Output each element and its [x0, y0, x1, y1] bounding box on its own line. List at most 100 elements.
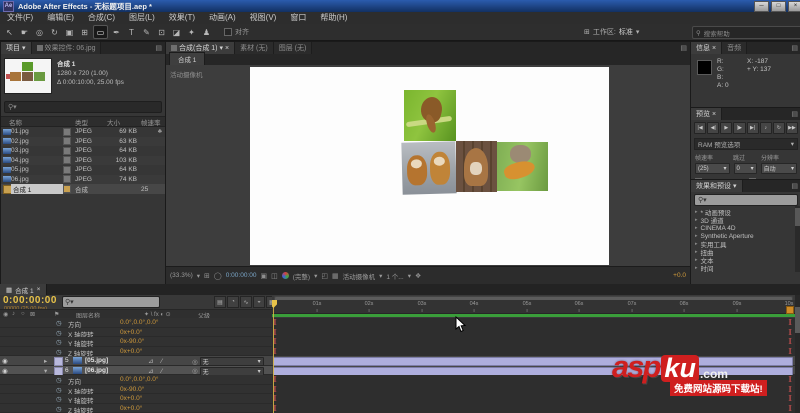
maximize-button[interactable]: □	[771, 0, 786, 12]
viewer-area[interactable]: 活动摄像机	[166, 65, 690, 267]
footage-row[interactable]: 05.jpg JPEG 64 KB	[1, 165, 165, 175]
close-icon[interactable]: ×	[225, 45, 229, 52]
last-frame-button[interactable]: ▶|	[746, 122, 759, 134]
property-value[interactable]: 0x-90.0°	[120, 338, 144, 345]
expander-icon[interactable]: ▸	[44, 357, 47, 365]
ram-preview-button[interactable]: ▶▶	[785, 122, 798, 134]
view-layout-dropdown[interactable]: 1 个...	[386, 271, 403, 281]
brush-tool[interactable]: ✎	[140, 26, 153, 38]
close-button[interactable]: ×	[788, 0, 800, 12]
rectangle-tool[interactable]: ▭	[93, 25, 108, 39]
roi-icon[interactable]: ◰	[321, 272, 328, 280]
time-ruler[interactable]: 01s 02s 03s 04s 05s 06s 07s 08s 09s 10s	[272, 300, 795, 314]
text-tool[interactable]: T	[125, 26, 138, 38]
column-rate[interactable]: 帧速率	[141, 117, 163, 127]
stopwatch-icon[interactable]: ◷	[56, 338, 62, 346]
stopwatch-icon[interactable]: ◷	[56, 405, 62, 413]
pickwhip-icon[interactable]: ◎	[192, 367, 198, 375]
close-icon[interactable]: ×	[712, 45, 716, 52]
column-name[interactable]: 名称	[1, 117, 63, 127]
footage-row[interactable]: 04.jpg JPEG 103 KB	[1, 155, 165, 165]
property-row[interactable]: ◷ X 轴旋转 0x+0.0°	[0, 327, 272, 339]
timeline-search-input[interactable]: ⚲ ▾	[62, 296, 160, 308]
footage-row[interactable]: 03.jpg JPEG 64 KB	[1, 146, 165, 156]
frame-rate-dropdown[interactable]: (25) ▾	[695, 163, 730, 174]
property-track[interactable]: I I	[272, 403, 795, 413]
property-value[interactable]: 0.0°,0.0°,0.0°	[120, 319, 159, 326]
view-3d-dropdown[interactable]: 活动摄像机	[343, 271, 376, 281]
layer-switches[interactable]: ⊿ ∕	[148, 357, 165, 365]
property-row[interactable]: ◷ X 轴旋转 0x-90.0°	[0, 384, 272, 396]
property-value[interactable]: 0x+0.0°	[120, 405, 142, 412]
property-track[interactable]: I I	[272, 327, 795, 337]
switches-column[interactable]: ✦ \ fx ◐ ⊙	[144, 311, 171, 318]
flowchart-icon[interactable]: ❖	[415, 272, 421, 280]
frame-blend-icon[interactable]: ◒	[253, 296, 265, 308]
first-frame-button[interactable]: |◀	[694, 122, 707, 134]
stopwatch-icon[interactable]: ◷	[56, 395, 62, 403]
effects-category[interactable]: ▸ 时间	[691, 264, 800, 273]
layer-name[interactable]: [06.jpg]	[85, 367, 108, 374]
squirrel-image[interactable]	[404, 90, 456, 141]
effects-scrollbar[interactable]	[795, 206, 800, 272]
timeline-scrollbar[interactable]	[795, 295, 800, 413]
footage-name[interactable]: 02.jpg	[11, 138, 63, 145]
playhead-line[interactable]	[273, 307, 274, 413]
menu-view[interactable]: 视图(V)	[243, 12, 284, 24]
property-row[interactable]: ◷ 方向 0.0°,0.0°,0.0°	[0, 318, 272, 329]
property-value[interactable]: 0x+0.0°	[120, 329, 142, 336]
tab-effect-controls[interactable]: 效果控件: 06.jpg	[31, 42, 102, 54]
camera-tool[interactable]: ▣	[63, 26, 76, 38]
effects-category[interactable]: ▸ 3D 通道	[691, 216, 800, 225]
mask-visibility-icon[interactable]: ◯	[214, 272, 222, 280]
layer-row[interactable]: ◉ ▾ 6 [06.jpg] ⊿ ∕ ◎ 无 ▾	[0, 365, 272, 376]
composition-canvas[interactable]	[250, 67, 609, 265]
property-value[interactable]: 0x+0.0°	[120, 395, 142, 402]
composition-row[interactable]: 合成 1 合成 25	[1, 184, 165, 194]
label-color-tag[interactable]	[63, 146, 71, 155]
selection-tool[interactable]: ↖	[3, 26, 16, 38]
column-type[interactable]: 类型	[75, 117, 107, 127]
grid-options-icon[interactable]: ⊞	[204, 272, 210, 280]
snap-checkbox[interactable]	[224, 28, 232, 36]
menu-help[interactable]: 帮助(H)	[313, 12, 354, 24]
menu-composition[interactable]: 合成(C)	[81, 12, 122, 24]
column-size[interactable]: 大小	[107, 117, 141, 127]
tab-info[interactable]: 信息 ×	[691, 42, 723, 54]
footage-row[interactable]: 01.jpg JPEG 69 KB ♣	[1, 127, 165, 137]
label-color-tag[interactable]	[63, 127, 71, 136]
property-track[interactable]: I I	[272, 318, 795, 328]
property-row[interactable]: ◷ 方向 0.0°,0.0°,0.0°	[0, 375, 272, 386]
comp-mini-flowchart-icon[interactable]: ▤	[214, 296, 226, 308]
draft-3d-icon[interactable]: ◔	[227, 296, 239, 308]
label-color-tag[interactable]	[63, 156, 71, 165]
play-button[interactable]: ▶	[720, 122, 733, 134]
skip-dropdown[interactable]: 0 ▾	[733, 163, 757, 174]
panel-menu-icon[interactable]: ▤	[788, 108, 800, 120]
comp-subtab[interactable]: 合成 1	[169, 52, 206, 65]
label-color-tag[interactable]	[63, 137, 71, 146]
layer-switches[interactable]: ⊿ ∕	[148, 367, 165, 375]
keyframe-icon[interactable]: I	[788, 403, 792, 413]
dog-image[interactable]	[456, 141, 497, 192]
clone-stamp-tool[interactable]: ⊡	[155, 26, 168, 38]
keyframe-icon[interactable]: I	[788, 394, 792, 403]
menu-window[interactable]: 窗口	[283, 12, 313, 24]
property-row[interactable]: ◷ Y 轴旋转 0x+0.0°	[0, 394, 272, 405]
tab-effects-presets[interactable]: 效果和预设 ▾	[691, 180, 743, 192]
footage-name[interactable]: 06.jpg	[11, 176, 63, 183]
comp-marker-bin[interactable]	[786, 306, 794, 314]
prev-frame-button[interactable]: ◀|	[707, 122, 720, 134]
eye-icon[interactable]: ◉	[2, 357, 8, 365]
hand-tool[interactable]: ☛	[18, 26, 31, 38]
tab-layer[interactable]: 图层 (无)	[273, 42, 313, 54]
label-color-tag[interactable]	[63, 175, 71, 184]
footage-name[interactable]: 05.jpg	[11, 166, 63, 173]
label-color-tag[interactable]	[63, 165, 71, 174]
panel-menu-icon[interactable]: ▤	[788, 180, 800, 192]
footage-name[interactable]: 03.jpg	[11, 147, 63, 154]
layer-row[interactable]: ◉ ▸ 5 [05.jpg] ⊿ ∕ ◎ 无 ▾	[0, 356, 272, 366]
next-frame-button[interactable]: |▶	[733, 122, 746, 134]
menu-file[interactable]: 文件(F)	[0, 12, 40, 24]
tab-project[interactable]: 项目 ▾	[1, 42, 32, 54]
